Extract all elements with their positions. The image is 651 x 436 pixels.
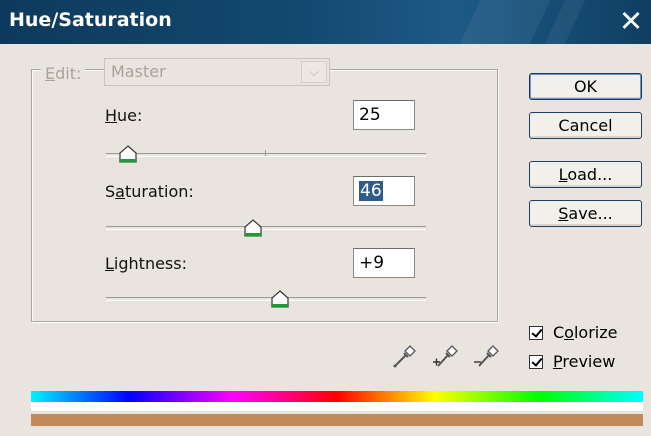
hue-center-tick bbox=[265, 150, 266, 156]
add-to-sample-eyedropper-icon[interactable] bbox=[431, 342, 459, 370]
colorize-label: Colorize bbox=[553, 323, 618, 342]
save-button[interactable]: Save... bbox=[529, 200, 642, 227]
eyedropper-icon[interactable] bbox=[390, 342, 418, 370]
title-bar: Hue/Saturation ✕ bbox=[0, 0, 651, 44]
result-color-bar bbox=[31, 414, 643, 426]
edit-legend: Edit: bbox=[41, 62, 86, 84]
close-button[interactable]: ✕ bbox=[617, 4, 645, 38]
spectrum-gap bbox=[31, 402, 643, 411]
close-icon[interactable]: ✕ bbox=[619, 4, 643, 38]
edit-channel-value: Master bbox=[111, 62, 166, 81]
load-button[interactable]: Load... bbox=[529, 161, 642, 188]
ok-button[interactable]: OK bbox=[529, 73, 642, 100]
colorize-check-icon[interactable] bbox=[529, 325, 543, 340]
adjustment-group bbox=[31, 69, 498, 322]
preview-label: Preview bbox=[553, 352, 616, 371]
saturation-slider-track[interactable] bbox=[106, 226, 426, 230]
hue-input[interactable]: 25 bbox=[353, 100, 415, 130]
hue-slider-track[interactable] bbox=[106, 153, 426, 157]
edit-channel-select[interactable]: Master ⌵ bbox=[104, 58, 330, 86]
subtract-from-sample-eyedropper-icon[interactable] bbox=[472, 342, 500, 370]
saturation-slider-thumb[interactable] bbox=[242, 218, 264, 240]
saturation-input[interactable]: 46 bbox=[353, 176, 415, 206]
preview-checkbox[interactable]: Preview bbox=[529, 352, 615, 371]
hue-slider-thumb[interactable] bbox=[117, 144, 139, 166]
cancel-button[interactable]: Cancel bbox=[529, 112, 642, 139]
window-title: Hue/Saturation bbox=[9, 9, 172, 31]
lightness-input[interactable]: +9 bbox=[353, 248, 415, 278]
colorize-checkbox[interactable]: Colorize bbox=[529, 323, 617, 342]
hue-label: Hue: bbox=[105, 106, 143, 125]
hue-spectrum-bar bbox=[31, 391, 643, 402]
edit-label: Edit: bbox=[45, 63, 82, 83]
chevron-down-icon[interactable]: ⌵ bbox=[301, 61, 327, 83]
lightness-slider-thumb[interactable] bbox=[269, 289, 291, 311]
lightness-slider-track[interactable] bbox=[106, 297, 426, 301]
lightness-label: Lightness: bbox=[105, 254, 187, 273]
preview-check-icon[interactable] bbox=[529, 354, 543, 369]
saturation-label: Saturation: bbox=[105, 182, 194, 201]
